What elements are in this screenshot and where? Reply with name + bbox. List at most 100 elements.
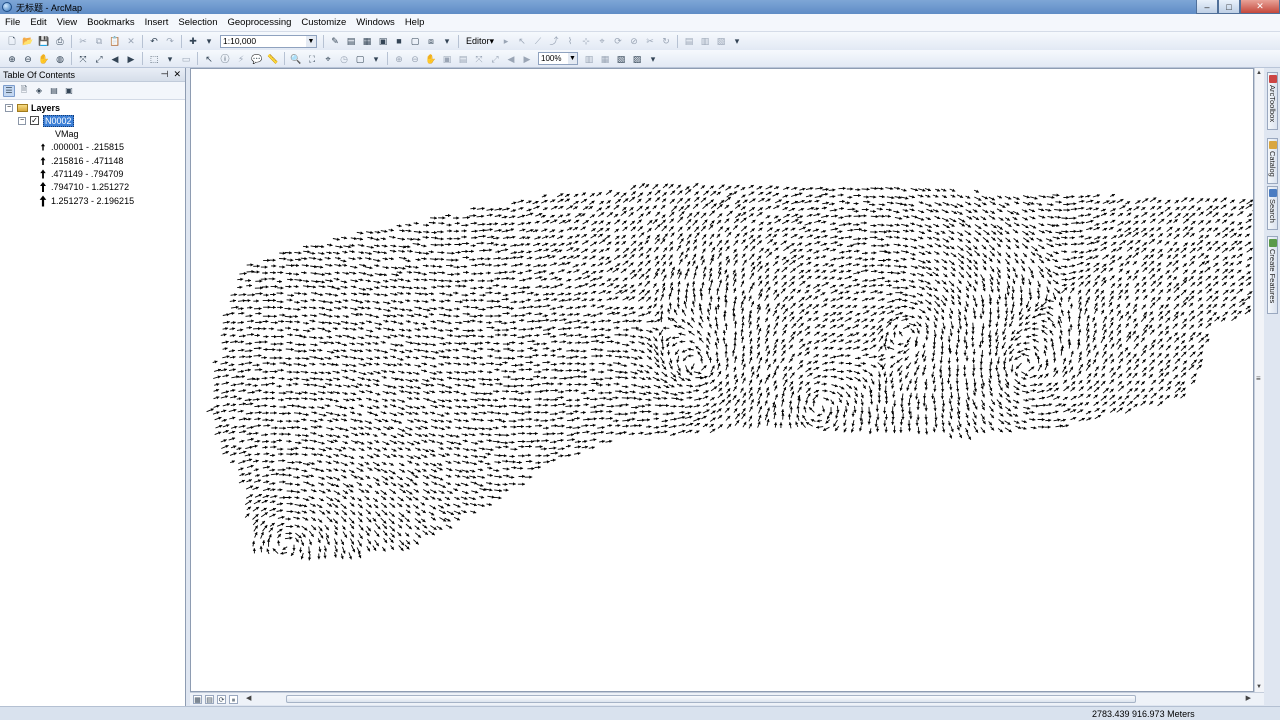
paste-icon[interactable]: 📋 [109,35,121,47]
zoom-in-icon[interactable]: ⊕ [6,53,18,65]
arctoolbox-icon[interactable]: ■ [393,35,405,47]
modelbuilder-icon[interactable]: ⧈ [425,35,437,47]
pause-drawing-icon[interactable]: ⏸ [229,694,238,704]
cut-polygons-icon[interactable]: ⊘ [628,35,640,47]
list-by-drawing-order-icon[interactable]: ☰ [3,84,15,97]
delete-icon[interactable]: ✕ [125,35,137,47]
create-viewer-icon[interactable]: ▢ [354,53,366,65]
hyperlink-icon[interactable]: ⚡ [235,53,247,65]
forward-extent-icon[interactable]: ▶ [125,53,137,65]
pan-icon[interactable]: ✋ [38,53,50,65]
scroll-down-icon[interactable]: ▼ [1256,684,1262,690]
chevron-down-icon[interactable]: ▾ [203,35,215,47]
layers-dataframe-row[interactable]: − Layers [5,101,60,114]
legend-class-row[interactable]: .215816 - .471148 [40,154,123,167]
edit-tool-icon[interactable]: ▸ [500,35,512,47]
fixed-zoom-in-icon[interactable]: ⤧ [77,53,89,65]
edit-vertices-icon[interactable]: ⌖ [596,35,608,47]
minimize-button[interactable]: – [1196,0,1218,14]
fixed-zoom-out-icon[interactable]: ⤢ [93,53,105,65]
open-folder-icon[interactable]: 📂 [22,35,34,47]
save-icon[interactable]: 💾 [38,35,50,47]
back-extent-icon[interactable]: ◀ [109,53,121,65]
layout-zoom-out-icon[interactable]: ⊖ [409,53,421,65]
map-vertical-scrollbar[interactable]: ▲ ≡ ▼ [1254,68,1264,692]
menu-geoprocessing[interactable]: Geoprocessing [222,14,296,32]
layout-view-icon[interactable]: ▤ [205,694,214,704]
layout-pan-icon[interactable]: ✋ [425,53,437,65]
redo-icon[interactable]: ↷ [164,35,176,47]
chevron-down-icon[interactable]: ▾ [164,53,176,65]
table-icon[interactable]: ▦ [361,35,373,47]
find-icon[interactable]: 🔍 [290,53,302,65]
layout-fixed-zoom-in-icon[interactable]: ⤧ [473,53,485,65]
editor-toolbar-icon[interactable]: ✎ [329,35,341,47]
zoom-control-dropdown[interactable]: 100% ▼ [538,52,578,65]
toggle-draft-mode-icon[interactable]: ▥ [583,53,595,65]
scroll-up-icon[interactable]: ▲ [1256,70,1262,76]
new-document-icon[interactable]: 🗋 [6,35,18,47]
attributes-icon[interactable]: ▤ [683,35,695,47]
layer-row[interactable]: − ✓ N0002 [18,114,74,127]
select-features-icon[interactable]: ⬚ [148,53,160,65]
scroll-left-icon[interactable]: ◀ [246,694,251,702]
edit-annotation-icon[interactable]: ↖ [516,35,528,47]
scroll-thumb-grip-icon[interactable]: ≡ [1256,374,1261,383]
layout-back-extent-icon[interactable]: ◀ [505,53,517,65]
scroll-right-icon[interactable]: ▶ [1246,694,1251,702]
layer-name[interactable]: N0002 [43,114,74,127]
menu-edit[interactable]: Edit [25,14,51,32]
zoom-100-icon[interactable]: ▤ [457,53,469,65]
refresh-view-icon[interactable]: ⟳ [217,694,226,704]
arctoolbox-tab[interactable]: ArcToolbox [1267,72,1278,130]
collapse-icon[interactable]: − [18,116,26,125]
menu-selection[interactable]: Selection [173,14,222,32]
maximize-button[interactable]: □ [1218,0,1240,14]
straight-segment-icon[interactable]: ⟋ [532,35,544,47]
trace-icon[interactable]: ⌇ [564,35,576,47]
chevron-down-icon[interactable]: ▾ [731,35,743,47]
legend-class-row[interactable]: .000001 - .215815 [40,140,124,153]
point-icon[interactable]: ⊹ [580,35,592,47]
create-features-icon[interactable]: ▧ [715,35,727,47]
layer-visibility-checkbox[interactable]: ✓ [30,116,39,125]
copy-icon[interactable]: ⧉ [93,35,105,47]
layout-fixed-zoom-out-icon[interactable]: ⤢ [489,53,501,65]
endpoint-arc-icon[interactable]: ⤴ [548,35,560,47]
close-button[interactable]: ✕ [1240,0,1280,14]
legend-class-row[interactable]: 1.251273 - 2.196215 [39,194,134,207]
list-by-source-icon[interactable]: 🗎 [18,85,30,97]
editor-menu[interactable]: Editor ▾ [462,36,498,47]
find-route-icon[interactable]: ⛶ [306,53,318,65]
legend-class-row[interactable]: .471149 - .794709 [40,167,123,180]
list-by-visibility-icon[interactable]: ◈ [33,85,45,97]
menu-bookmarks[interactable]: Bookmarks [82,14,140,32]
measure-icon[interactable]: 📏 [267,53,279,65]
list-by-selection-icon[interactable]: ▤ [48,85,60,97]
map-scale-dropdown[interactable]: 1:10,000 ▼ [220,34,317,48]
add-data-icon[interactable]: ✚ [187,35,199,47]
undo-icon[interactable]: ↶ [148,35,160,47]
layout-zoom-in-icon[interactable]: ⊕ [393,53,405,65]
layout-forward-extent-icon[interactable]: ▶ [521,53,533,65]
full-extent-icon[interactable]: ◍ [54,53,66,65]
menu-windows[interactable]: Windows [351,14,400,32]
chevron-down-icon[interactable]: ▾ [370,53,382,65]
collapse-icon[interactable]: − [5,103,13,112]
legend-class-row[interactable]: .794710 - 1.251272 [40,180,129,193]
horizontal-scroll-thumb[interactable] [286,695,1136,703]
reshape-icon[interactable]: ⟳ [612,35,624,47]
split-icon[interactable]: ✂ [644,35,656,47]
go-to-xy-icon[interactable]: ⌖ [322,53,334,65]
python-window-icon[interactable]: ▢ [409,35,421,47]
pin-icon[interactable]: ⊣ [161,69,169,80]
chevron-down-icon[interactable]: ▾ [647,53,659,65]
data-driven-pages-icon[interactable]: ▨ [631,53,643,65]
menu-insert[interactable]: Insert [140,14,174,32]
menu-help[interactable]: Help [400,14,430,32]
close-icon[interactable]: ✕ [173,69,181,80]
rotate-icon[interactable]: ↻ [660,35,672,47]
print-icon[interactable]: ⎙ [54,35,66,47]
chevron-down-icon[interactable]: ▾ [441,35,453,47]
map-view[interactable] [190,68,1254,692]
